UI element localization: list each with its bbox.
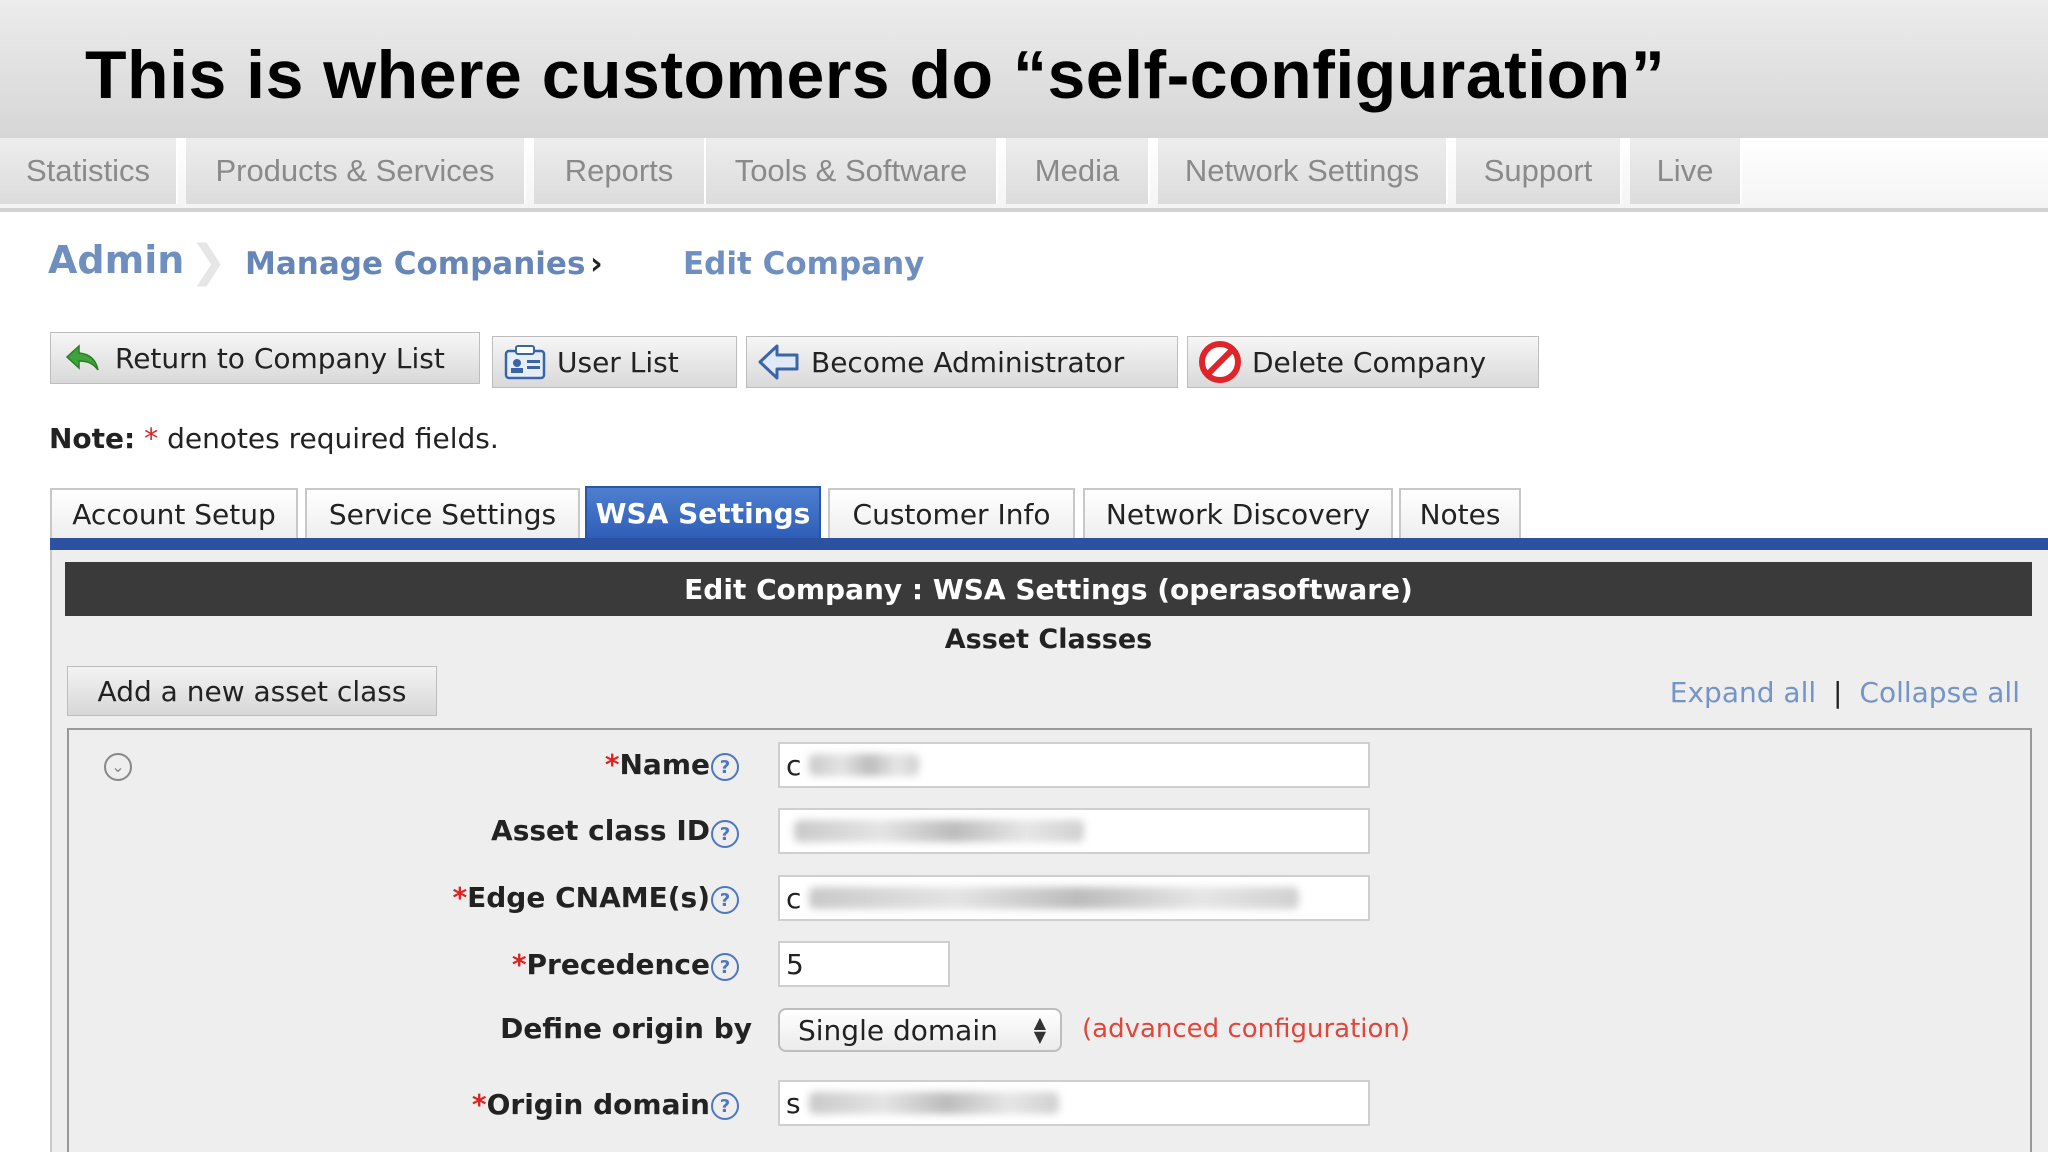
return-arrow-icon <box>61 336 105 380</box>
tab-notes[interactable]: Notes <box>1399 488 1521 538</box>
panel-title: Edit Company : WSA Settings (operasoftwa… <box>65 562 2032 616</box>
return-to-company-list-button[interactable]: Return to Company List <box>50 332 480 384</box>
user-list-icon <box>503 340 547 384</box>
edge-cname-label: *Edge CNAME(s) <box>452 881 710 914</box>
user-list-button[interactable]: User List <box>492 336 737 388</box>
origin-domain-input[interactable]: s <box>778 1080 1370 1126</box>
define-origin-label: Define origin by <box>500 1012 752 1045</box>
return-to-company-list-label: Return to Company List <box>115 341 445 375</box>
asset-classes-heading: Asset Classes <box>944 624 1153 655</box>
required-star: * <box>144 422 159 455</box>
delete-company-button[interactable]: Delete Company <box>1187 336 1539 388</box>
name-label: *Name <box>604 748 710 781</box>
nav-network-settings[interactable]: Network Settings <box>1158 138 1448 204</box>
edge-cname-help-icon[interactable]: ? <box>711 886 739 914</box>
precedence-help-icon[interactable]: ? <box>711 953 739 981</box>
origin-domain-help-icon[interactable]: ? <box>711 1092 739 1120</box>
breadcrumb-separator: › <box>590 246 603 282</box>
expand-all-link[interactable]: Expand all <box>1670 676 1816 709</box>
nav-products-services[interactable]: Products & Services <box>186 138 526 204</box>
origin-domain-label: *Origin domain <box>471 1088 710 1121</box>
tab-account-setup[interactable]: Account Setup <box>50 488 298 538</box>
top-navigation: Statistics Products & Services Reports T… <box>0 138 2048 212</box>
precedence-input[interactable]: 5 <box>778 941 950 987</box>
name-input[interactable]: c <box>778 742 1370 788</box>
breadcrumb-manage-companies[interactable]: Manage Companies <box>245 246 585 282</box>
nav-tools-software[interactable]: Tools & Software <box>706 138 998 204</box>
define-origin-selected: Single domain <box>798 1013 998 1047</box>
become-administrator-label: Become Administrator <box>811 345 1125 379</box>
advanced-configuration-link[interactable]: (advanced configuration) <box>1082 1014 1410 1044</box>
expand-collapse-links: Expand all | Collapse all <box>1670 676 2020 709</box>
name-help-icon[interactable]: ? <box>711 753 739 781</box>
tab-customer-info[interactable]: Customer Info <box>828 488 1075 538</box>
become-administrator-button[interactable]: Become Administrator <box>746 336 1178 388</box>
breadcrumb-admin[interactable]: Admin <box>48 238 184 282</box>
link-separator: | <box>1833 676 1843 709</box>
breadcrumb-edit-company: Edit Company <box>683 246 925 282</box>
slide-title: This is where customers do “self-configu… <box>85 37 1666 113</box>
updown-arrows-icon: ▲ ▼ <box>1033 1013 1046 1046</box>
tab-service-settings[interactable]: Service Settings <box>305 488 580 538</box>
nav-media[interactable]: Media <box>1006 138 1150 204</box>
user-list-label: User List <box>557 345 679 379</box>
collapse-chevron-icon[interactable]: ⌄ <box>104 753 132 781</box>
tab-wsa-settings[interactable]: WSA Settings <box>585 486 821 538</box>
required-fields-note: Note: * denotes required fields. <box>49 422 499 455</box>
asset-class-id-help-icon[interactable]: ? <box>711 820 739 848</box>
nav-live[interactable]: Live <box>1630 138 1742 204</box>
breadcrumb-chevron-icon: ❯ <box>190 236 227 287</box>
nav-statistics[interactable]: Statistics <box>0 138 178 204</box>
tab-network-discovery[interactable]: Network Discovery <box>1083 488 1393 538</box>
nav-reports[interactable]: Reports <box>534 138 706 204</box>
tab-underline <box>50 538 2048 550</box>
asset-class-id-label: Asset class ID <box>491 814 710 847</box>
delete-prohibited-icon <box>1198 340 1242 384</box>
note-prefix: Note: <box>49 422 136 455</box>
nav-support[interactable]: Support <box>1456 138 1622 204</box>
define-origin-select[interactable]: Single domain ▲ ▼ <box>778 1008 1062 1052</box>
edge-cname-input[interactable]: c <box>778 875 1370 921</box>
delete-company-label: Delete Company <box>1252 345 1487 379</box>
add-asset-class-button[interactable]: Add a new asset class <box>67 666 437 716</box>
asset-class-id-input[interactable] <box>778 808 1370 854</box>
precedence-label: *Precedence <box>511 948 710 981</box>
collapse-all-link[interactable]: Collapse all <box>1859 676 2020 709</box>
note-text: denotes required fields. <box>167 422 499 455</box>
arrow-left-icon <box>757 340 801 384</box>
